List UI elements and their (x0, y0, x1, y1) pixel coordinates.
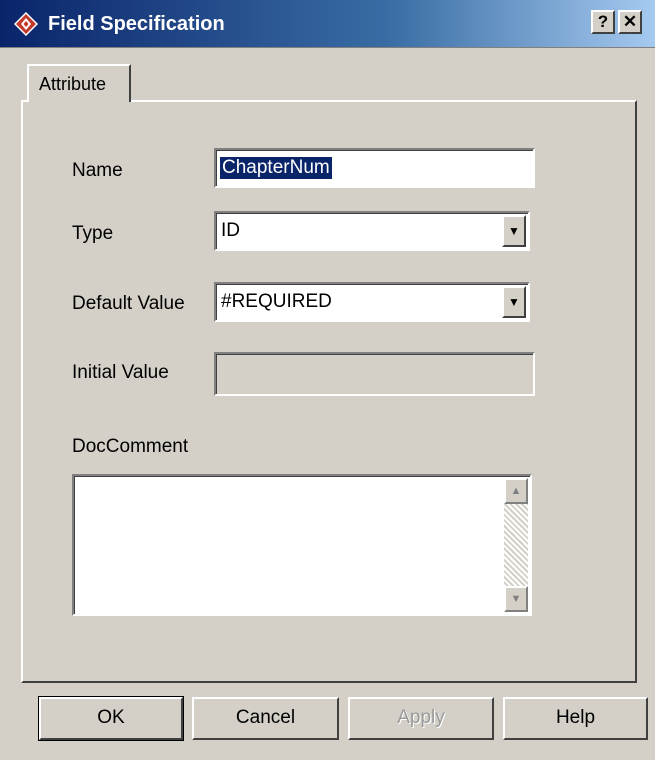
apply-button[interactable]: Apply (348, 697, 494, 740)
tab-attribute[interactable]: Attribute (27, 64, 131, 102)
type-label: Type (72, 223, 114, 244)
default-value-select[interactable]: #REQUIRED ▼ (214, 282, 530, 322)
initial-value-input (214, 352, 535, 396)
initial-value-label: Initial Value (72, 362, 169, 383)
close-button[interactable]: ✕ (618, 10, 642, 34)
window-title: Field Specification (48, 13, 225, 35)
ok-button[interactable]: OK (38, 696, 184, 741)
tab-attribute-label: Attribute (39, 74, 107, 94)
chevron-down-icon[interactable]: ▼ (502, 286, 526, 318)
arrow-up-icon[interactable]: ▲ (504, 478, 528, 504)
doc-comment-label: DocComment (72, 436, 189, 457)
arrow-down-icon[interactable]: ▼ (504, 586, 528, 612)
name-input[interactable]: ChapterNum (214, 148, 535, 188)
vertical-scrollbar[interactable]: ▲ ▼ (504, 478, 528, 612)
name-label: Name (72, 160, 123, 181)
chevron-down-icon[interactable]: ▼ (502, 215, 526, 247)
app-icon (14, 12, 38, 36)
type-select-value: ID (221, 220, 240, 241)
help-button[interactable]: Help (503, 697, 648, 740)
default-value-label: Default Value (72, 293, 185, 314)
default-value-select-value: #REQUIRED (221, 291, 332, 312)
title-bar[interactable]: Field Specification ? ✕ (0, 0, 655, 48)
help-title-button[interactable]: ? (591, 10, 615, 34)
doc-comment-textarea[interactable]: ▲ ▼ (72, 474, 532, 616)
type-select[interactable]: ID ▼ (214, 211, 530, 251)
cancel-button[interactable]: Cancel (192, 697, 339, 740)
name-input-value: ChapterNum (220, 157, 332, 179)
